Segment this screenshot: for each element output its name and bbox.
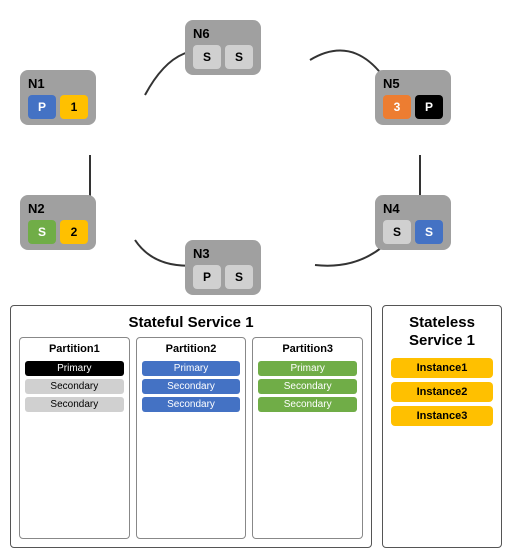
partitions-row: Partition1 Primary Secondary Secondary P…	[19, 337, 363, 539]
diagram-area: N6 S S N1 P 1 N5 3 P N2 S 2 N4 S S	[0, 0, 512, 300]
n4-badge-1: S	[383, 220, 411, 244]
n2-badge-1: S	[28, 220, 56, 244]
n5-label: N5	[383, 76, 400, 91]
n5-badge-2: P	[415, 95, 443, 119]
n1-label: N1	[28, 76, 45, 91]
partition3-box: Partition3 Primary Secondary Secondary	[252, 337, 363, 539]
node-n5: N5 3 P	[375, 70, 451, 125]
node-n3: N3 P S	[185, 240, 261, 295]
n2-badges: S 2	[28, 220, 88, 244]
partition3-secondary2: Secondary	[258, 397, 357, 412]
partition1-title: Partition1	[25, 343, 124, 355]
node-n4: N4 S S	[375, 195, 451, 250]
instance2-badge: Instance2	[391, 382, 493, 402]
partition1-box: Partition1 Primary Secondary Secondary	[19, 337, 130, 539]
n3-badge-2: S	[225, 265, 253, 289]
stateful-service-box: Stateful Service 1 Partition1 Primary Se…	[10, 305, 372, 548]
partition2-box: Partition2 Primary Secondary Secondary	[136, 337, 247, 539]
n3-badge-1: P	[193, 265, 221, 289]
node-n6: N6 S S	[185, 20, 261, 75]
legend-area: Stateful Service 1 Partition1 Primary Se…	[10, 305, 502, 548]
n1-badge-2: 1	[60, 95, 88, 119]
n1-badge-1: P	[28, 95, 56, 119]
n2-badge-2: 2	[60, 220, 88, 244]
n3-label: N3	[193, 246, 210, 261]
partition3-secondary1: Secondary	[258, 379, 357, 394]
instance3-badge: Instance3	[391, 406, 493, 426]
node-n2: N2 S 2	[20, 195, 96, 250]
n3-badges: P S	[193, 265, 253, 289]
partition2-title: Partition2	[142, 343, 241, 355]
partition2-primary: Primary	[142, 361, 241, 376]
partition1-primary: Primary	[25, 361, 124, 376]
n6-badge-1: S	[193, 45, 221, 69]
instance1-badge: Instance1	[391, 358, 493, 378]
partition3-title: Partition3	[258, 343, 357, 355]
partition1-secondary1: Secondary	[25, 379, 124, 394]
n5-badges: 3 P	[383, 95, 443, 119]
partition1-secondary2: Secondary	[25, 397, 124, 412]
n6-label: N6	[193, 26, 210, 41]
stateless-title: Stateless Service 1	[391, 314, 493, 350]
stateful-title: Stateful Service 1	[19, 314, 363, 331]
n4-badge-2: S	[415, 220, 443, 244]
partition3-primary: Primary	[258, 361, 357, 376]
n1-badges: P 1	[28, 95, 88, 119]
node-n1: N1 P 1	[20, 70, 96, 125]
n5-badge-1: 3	[383, 95, 411, 119]
partition2-secondary2: Secondary	[142, 397, 241, 412]
n4-badges: S S	[383, 220, 443, 244]
stateless-service-box: Stateless Service 1 Instance1 Instance2 …	[382, 305, 502, 548]
n4-label: N4	[383, 201, 400, 216]
n6-badge-2: S	[225, 45, 253, 69]
n6-badges: S S	[193, 45, 253, 69]
n2-label: N2	[28, 201, 45, 216]
partition2-secondary1: Secondary	[142, 379, 241, 394]
